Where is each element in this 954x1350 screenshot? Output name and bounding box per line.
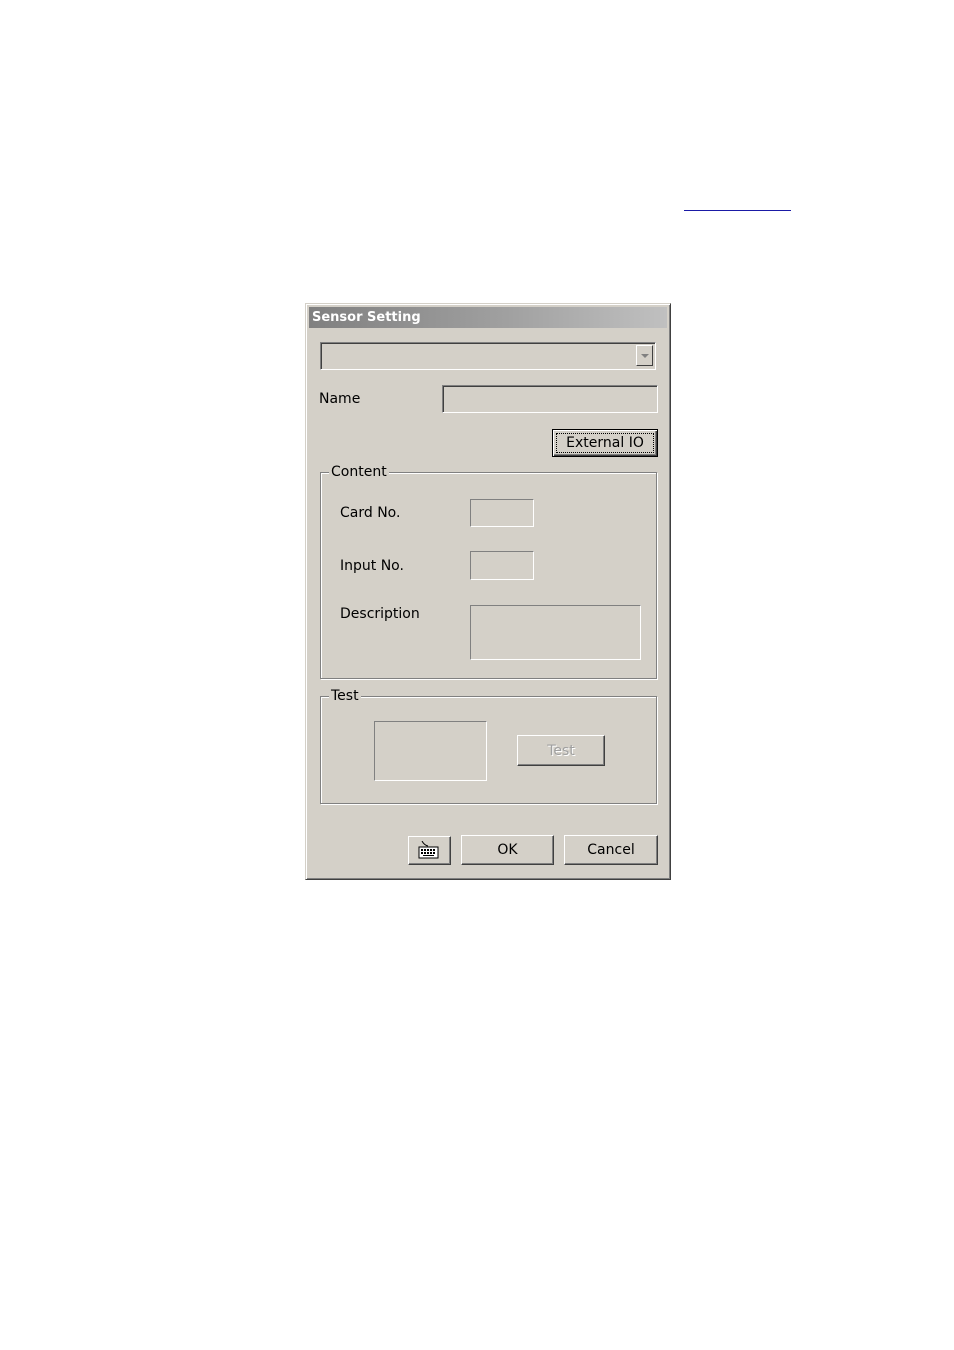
title-bar[interactable]: Sensor Setting: [309, 307, 667, 328]
name-label: Name: [319, 391, 361, 407]
test-indicator-panel: [374, 721, 487, 781]
content-group-caption: Content: [329, 463, 389, 481]
ok-button-label: OK: [497, 842, 518, 858]
description-label: Description: [340, 606, 420, 622]
sensor-setting-dialog: Sensor Setting Name External IO Content …: [305, 303, 671, 880]
test-group-caption: Test: [329, 687, 361, 705]
test-button[interactable]: Test: [517, 735, 605, 766]
keyboard-icon: [418, 841, 439, 859]
external-io-button[interactable]: External IO: [552, 429, 658, 457]
input-no-label: Input No.: [340, 558, 404, 574]
card-no-field[interactable]: [470, 499, 534, 527]
chevron-down-icon[interactable]: [636, 345, 653, 366]
window-title: Sensor Setting: [312, 310, 421, 325]
keyboard-button[interactable]: [408, 836, 451, 865]
name-input[interactable]: [442, 385, 658, 413]
cancel-button-label: Cancel: [587, 842, 635, 858]
test-groupbox: Test Test: [320, 687, 657, 804]
cancel-button[interactable]: Cancel: [564, 835, 658, 865]
ok-button[interactable]: OK: [461, 835, 554, 865]
content-groupbox: Content Card No. Input No. Description: [320, 463, 657, 679]
sensor-select-combobox[interactable]: [320, 342, 656, 370]
test-button-label: Test: [547, 742, 575, 759]
description-field[interactable]: [470, 605, 641, 660]
external-io-button-label: External IO: [566, 435, 644, 451]
input-no-field[interactable]: [470, 551, 534, 580]
document-link-underline: [684, 210, 791, 211]
card-no-label: Card No.: [340, 505, 401, 521]
